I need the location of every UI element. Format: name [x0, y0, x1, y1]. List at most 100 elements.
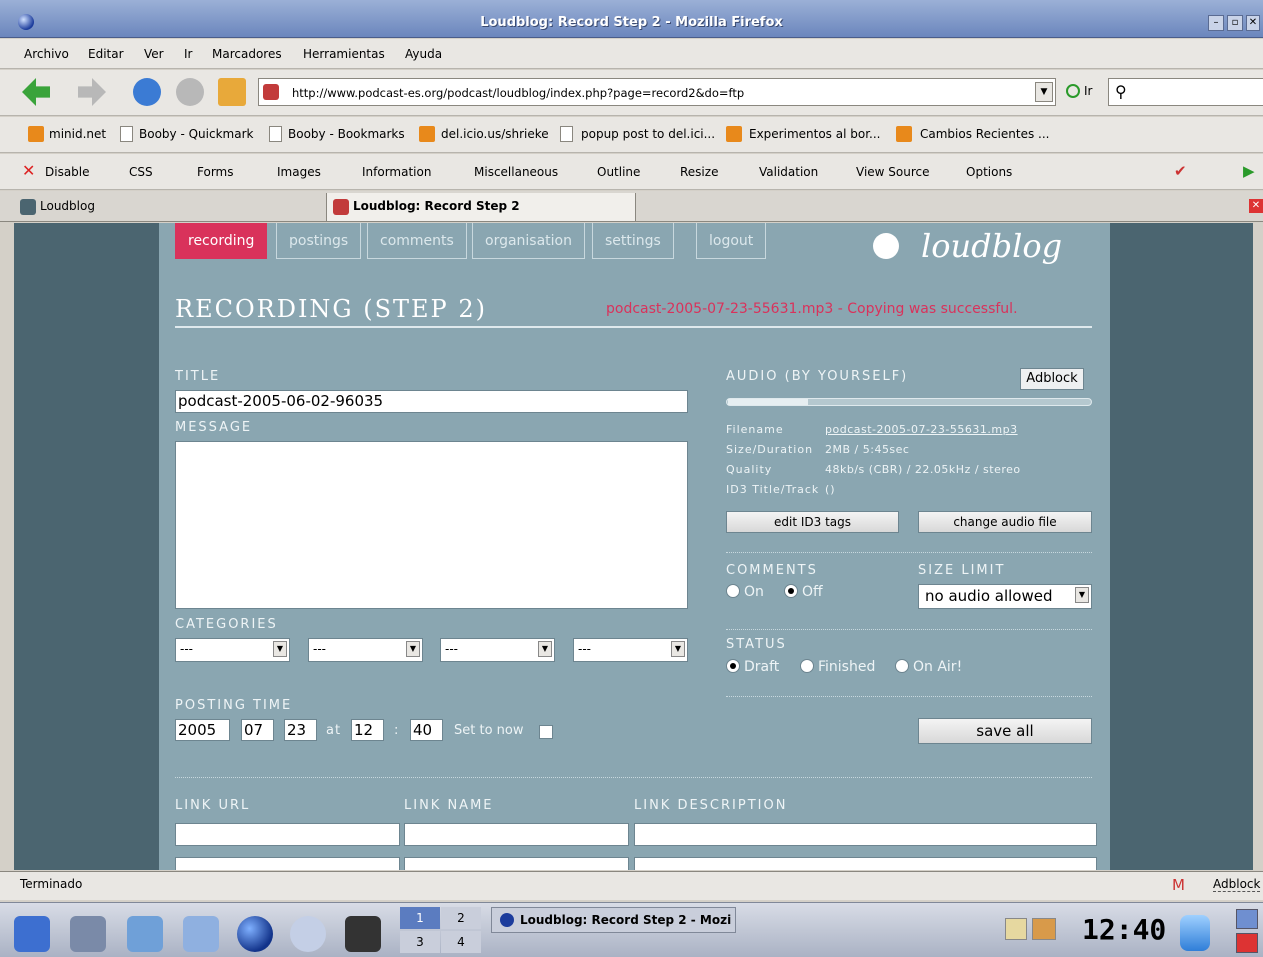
nav-settings[interactable]: settings	[592, 223, 674, 259]
dev-css[interactable]: CSS	[129, 165, 153, 179]
radio-button[interactable]	[800, 659, 814, 673]
home-icon[interactable]	[218, 78, 246, 106]
maximize-button[interactable]: ▫	[1227, 15, 1243, 31]
reload-icon[interactable]	[133, 78, 161, 106]
go-button[interactable]: Ir	[1066, 84, 1092, 98]
klipper-icon[interactable]	[1005, 918, 1027, 940]
lock-screen-icon[interactable]	[1236, 909, 1258, 929]
bookmark-popup-post[interactable]: popup post to del.ici...	[581, 127, 715, 141]
radio-button[interactable]	[784, 584, 798, 598]
status-finished-radio[interactable]: Finished	[800, 659, 875, 675]
back-arrow-icon[interactable]	[22, 78, 50, 106]
dev-options[interactable]: Options	[966, 165, 1012, 179]
radio-button[interactable]	[726, 659, 740, 673]
home-folder-icon[interactable]	[127, 916, 163, 952]
category-select-2[interactable]: --- ▼	[308, 638, 423, 662]
bookmark-cambios[interactable]: Cambios Recientes ...	[920, 127, 1049, 141]
dev-validation[interactable]: Validation	[759, 165, 818, 179]
status-draft-radio[interactable]: Draft	[726, 659, 779, 675]
nav-comments[interactable]: comments	[367, 223, 467, 259]
desktop-pager-3[interactable]: 3	[400, 931, 440, 953]
comments-off-radio[interactable]: Off	[784, 584, 823, 600]
set-to-now-checkbox[interactable]	[539, 725, 553, 739]
url-bar[interactable]: http://www.podcast-es.org/podcast/loudbl…	[258, 78, 1056, 106]
search-box[interactable]: ⚲	[1108, 78, 1263, 106]
link-description-input[interactable]	[634, 857, 1097, 870]
url-dropdown-button[interactable]: ▼	[1035, 82, 1053, 102]
menu-ayuda[interactable]: Ayuda	[405, 47, 442, 61]
tab-record-step-2[interactable]: Loudblog: Record Step 2	[326, 193, 636, 221]
nav-postings[interactable]: postings	[276, 223, 362, 259]
radio-button[interactable]	[895, 659, 909, 673]
dev-outline[interactable]: Outline	[597, 165, 640, 179]
menu-marcadores[interactable]: Marcadores	[212, 47, 282, 61]
kde-menu-icon[interactable]	[14, 916, 50, 952]
lifebuoy-icon[interactable]	[290, 916, 326, 952]
desktop-pager-4[interactable]: 4	[441, 931, 481, 953]
category-select-1[interactable]: --- ▼	[175, 638, 290, 662]
bookmark-booby-bookmarks[interactable]: Booby - Bookmarks	[288, 127, 405, 141]
dev-miscellaneous[interactable]: Miscellaneous	[474, 165, 558, 179]
comments-on-radio[interactable]: On	[726, 584, 764, 600]
tray-app-icon[interactable]	[1032, 918, 1056, 940]
menu-herramientas[interactable]: Herramientas	[303, 47, 385, 61]
link-url-input[interactable]	[175, 823, 400, 846]
adblock-tab-button[interactable]: Adblock	[1020, 368, 1084, 390]
menu-ir[interactable]: Ir	[184, 47, 192, 61]
month-input[interactable]: 07	[241, 719, 274, 741]
play-icon[interactable]: ▶	[1243, 162, 1255, 180]
dev-disable[interactable]: Disable	[45, 165, 90, 179]
edit-id3-tags-button[interactable]: edit ID3 tags	[726, 511, 899, 533]
gmail-icon[interactable]: M	[1172, 876, 1185, 894]
filename-link[interactable]: podcast-2005-07-23-55631.mp3	[825, 423, 1018, 436]
desktop-icon[interactable]	[70, 916, 106, 952]
bookmark-delicious[interactable]: del.icio.us/shrieke	[441, 127, 549, 141]
menu-ver[interactable]: Ver	[144, 47, 164, 61]
bookmark-minid[interactable]: minid.net	[49, 127, 106, 141]
hour-input[interactable]: 12	[351, 719, 384, 741]
stop-icon[interactable]	[176, 78, 204, 106]
desktop-pager-1[interactable]: 1	[400, 907, 440, 929]
nav-recording[interactable]: recording	[175, 223, 268, 259]
bookmark-experimentos[interactable]: Experimentos al bor...	[749, 127, 880, 141]
terminal-icon[interactable]	[345, 916, 381, 952]
size-limit-select[interactable]: no audio allowed ▼	[918, 584, 1092, 609]
change-audio-file-button[interactable]: change audio file	[918, 511, 1092, 533]
message-textarea[interactable]	[175, 441, 688, 609]
konqueror-icon[interactable]	[183, 916, 219, 952]
dev-information[interactable]: Information	[362, 165, 431, 179]
firefox-icon[interactable]	[237, 916, 273, 952]
close-window-button[interactable]: ✕	[1246, 15, 1260, 31]
link-url-input[interactable]	[175, 857, 400, 870]
tab-loudblog[interactable]: Loudblog	[14, 193, 324, 221]
link-name-input[interactable]	[404, 823, 629, 846]
dev-view-source[interactable]: View Source	[856, 165, 930, 179]
link-name-input[interactable]	[404, 857, 629, 870]
year-input[interactable]: 2005	[175, 719, 230, 741]
player-controls[interactable]	[728, 399, 808, 405]
close-tab-icon[interactable]: ✕	[1249, 199, 1263, 213]
forward-arrow-icon[interactable]	[78, 78, 106, 106]
title-input[interactable]: podcast-2005-06-02-96035	[175, 390, 688, 413]
minute-input[interactable]: 40	[410, 719, 443, 741]
radio-button[interactable]	[726, 584, 740, 598]
dev-resize[interactable]: Resize	[680, 165, 718, 179]
save-all-button[interactable]: save all	[918, 718, 1092, 744]
desktop-pager-2[interactable]: 2	[441, 907, 481, 929]
category-select-4[interactable]: --- ▼	[573, 638, 688, 662]
taskbar-task-firefox[interactable]: Loudblog: Record Step 2 - Mozi	[491, 907, 736, 933]
minimize-button[interactable]: –	[1208, 15, 1224, 31]
nav-logout[interactable]: logout	[696, 223, 767, 259]
status-onair-radio[interactable]: On Air!	[895, 659, 962, 675]
menu-archivo[interactable]: Archivo	[24, 47, 69, 61]
vertical-scrollbar[interactable]	[1253, 223, 1263, 870]
day-input[interactable]: 23	[284, 719, 317, 741]
adblock-status[interactable]: Adblock	[1213, 877, 1261, 892]
dev-images[interactable]: Images	[277, 165, 321, 179]
nav-organisation[interactable]: organisation	[472, 223, 585, 259]
menu-editar[interactable]: Editar	[88, 47, 124, 61]
category-select-3[interactable]: --- ▼	[440, 638, 555, 662]
bookmark-booby-quickmark[interactable]: Booby - Quickmark	[139, 127, 253, 141]
dev-forms[interactable]: Forms	[197, 165, 233, 179]
trash-icon[interactable]	[1180, 915, 1210, 951]
